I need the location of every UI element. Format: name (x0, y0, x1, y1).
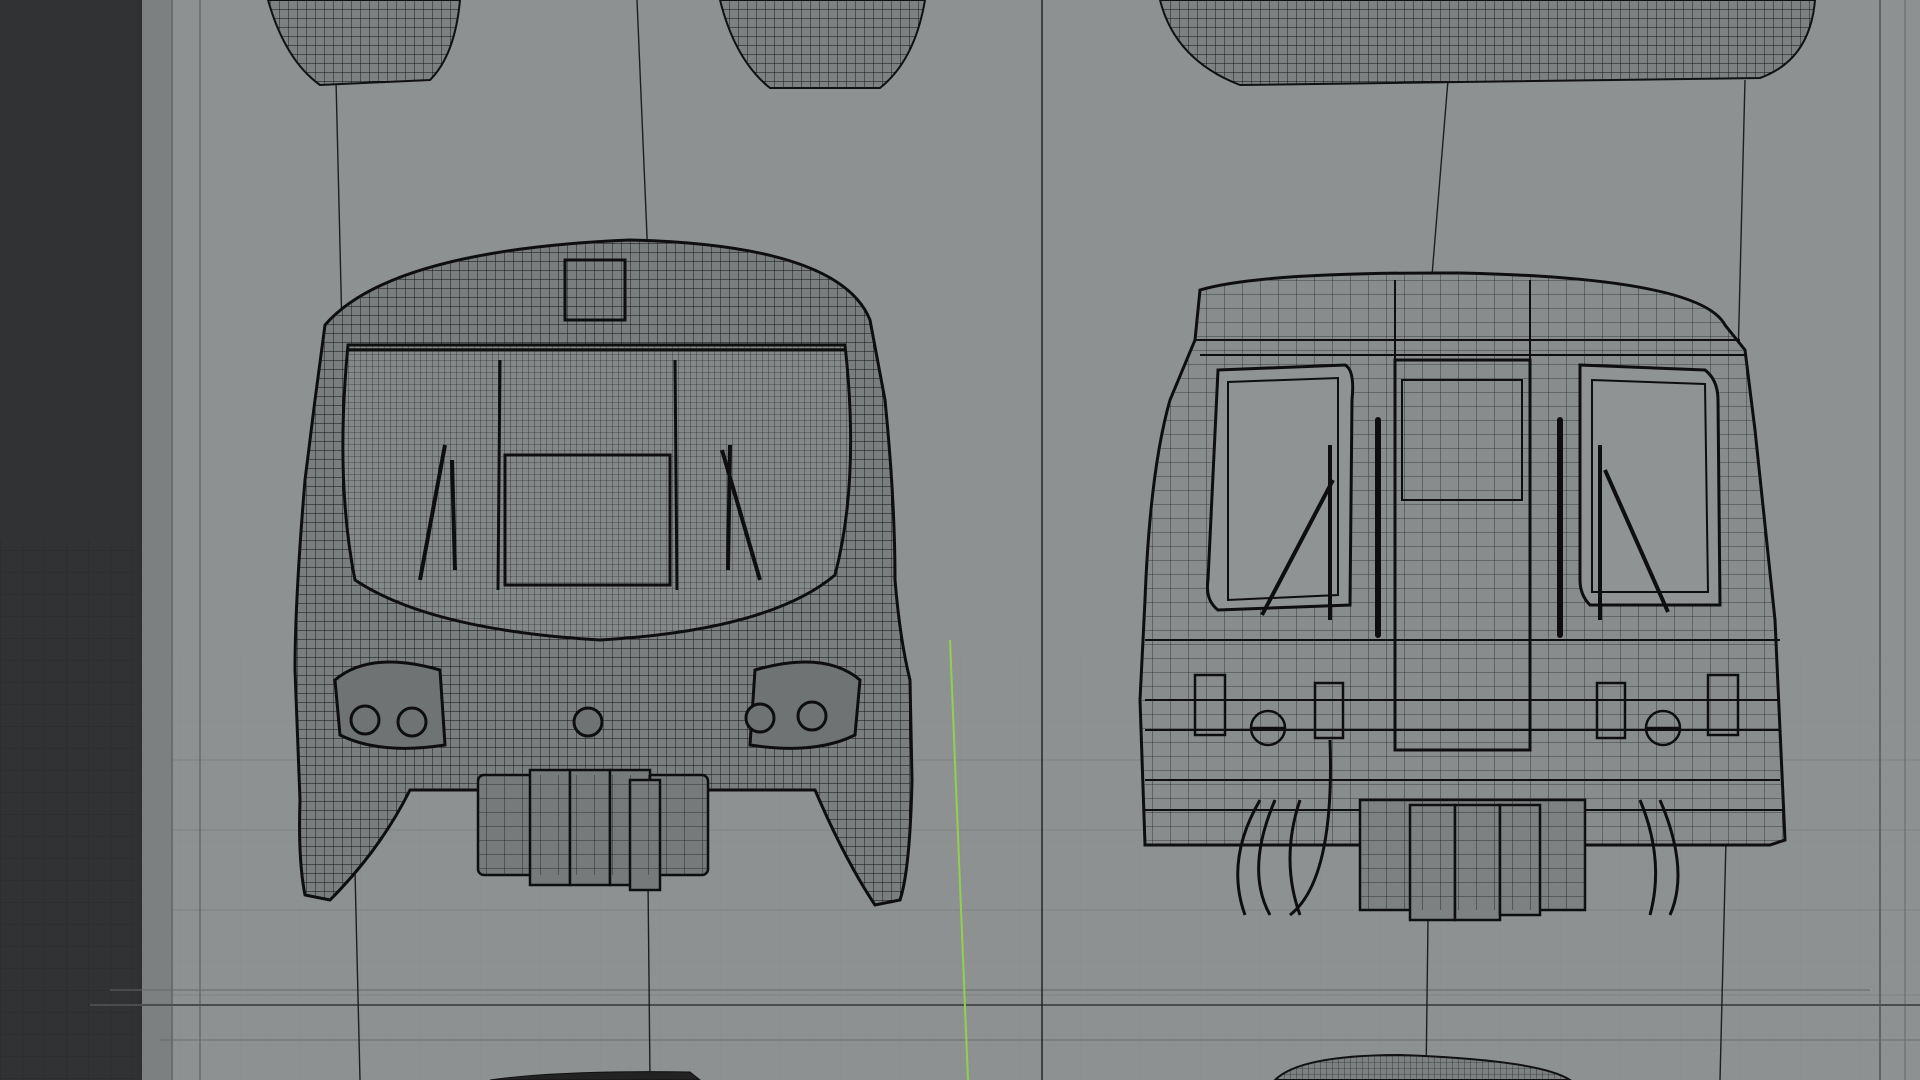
3d-viewport[interactable] (0, 0, 1920, 1080)
viewport-canvas[interactable] (0, 0, 1920, 1080)
train-front-boxy[interactable] (1138, 271, 1787, 922)
train-part-top-right[interactable] (1158, 0, 1817, 87)
left-floor-region (0, 0, 140, 1080)
